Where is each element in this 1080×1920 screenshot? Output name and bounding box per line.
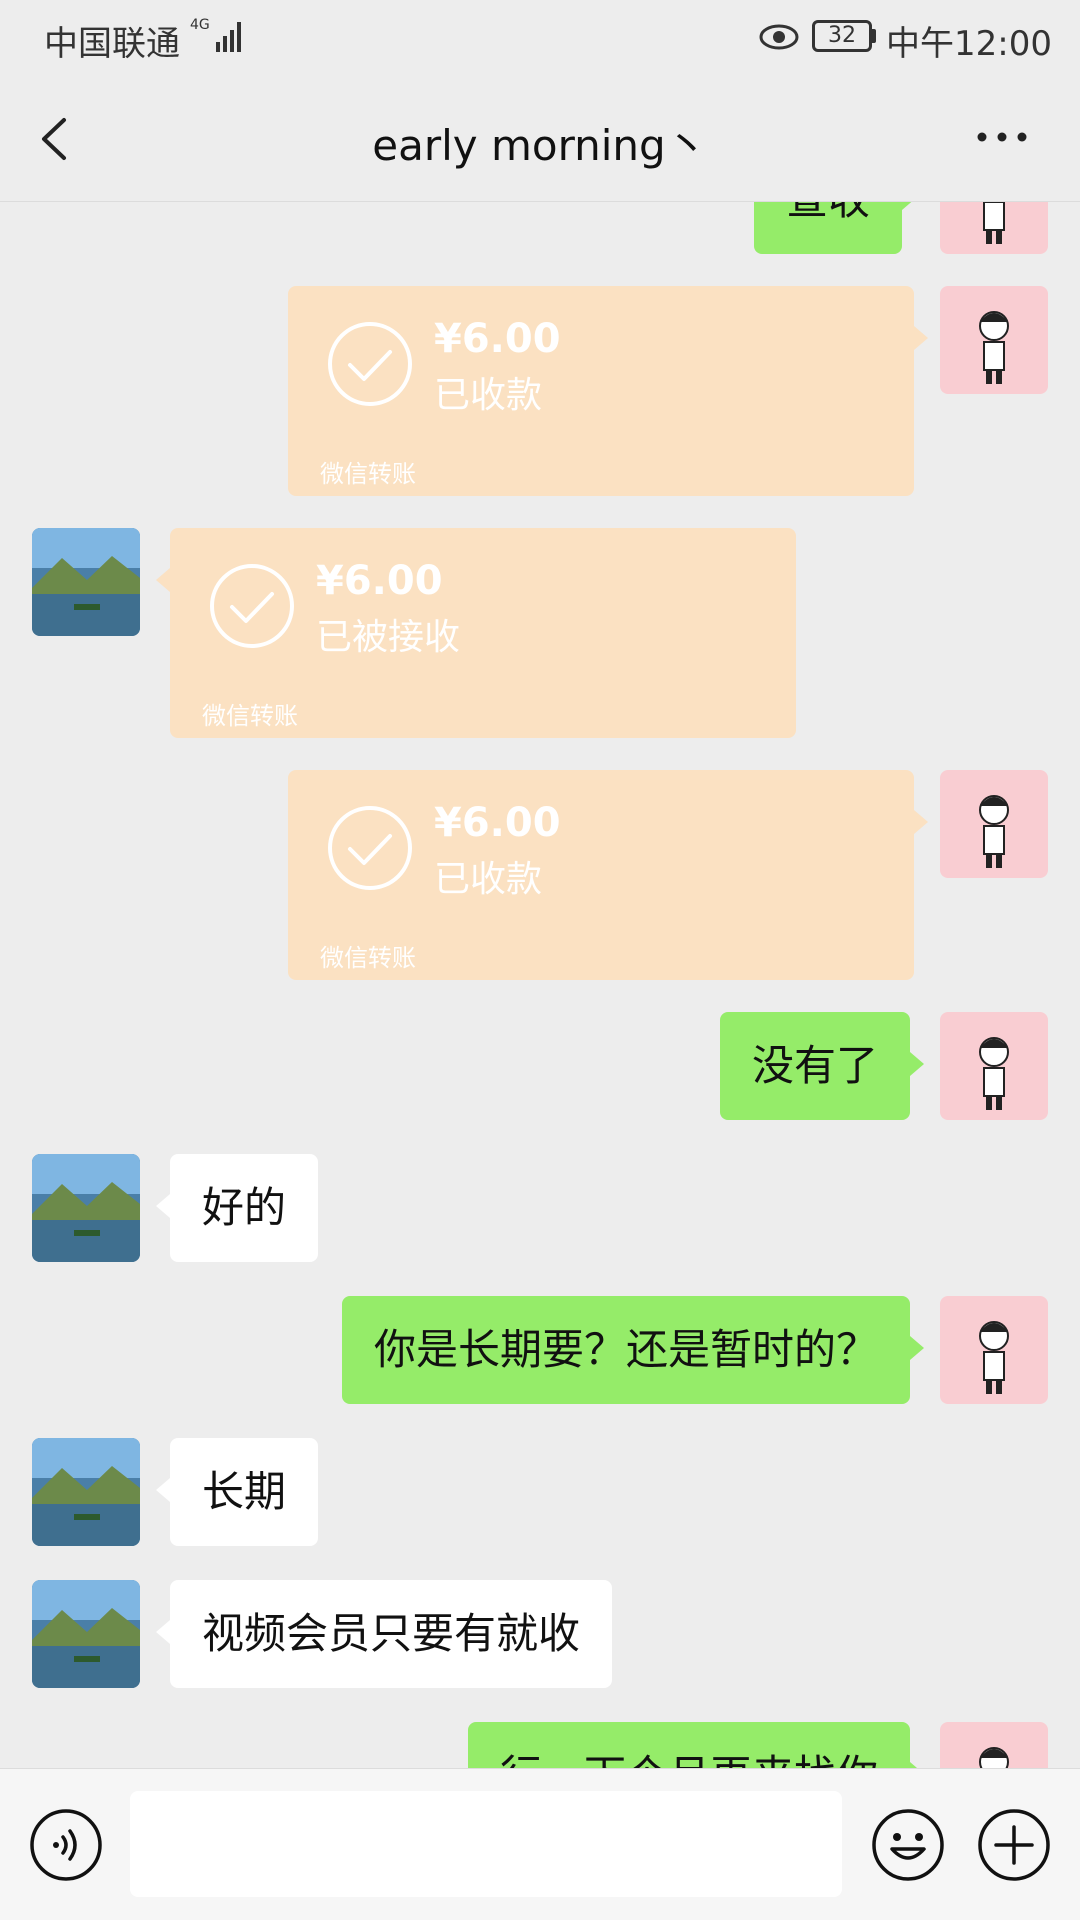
emoji-icon[interactable] [870,1807,946,1883]
chat-title[interactable]: early morning丶 [0,112,1080,173]
message-bubble[interactable]: 好的 [155,1154,319,1262]
clock: 中午12:00 [886,24,1052,64]
avatar[interactable] [940,770,1048,878]
message-bubble[interactable]: 行，下个月再来找你 [467,1722,925,1768]
transfer-card[interactable]: ¥6.00 已收款 微信转账 [288,286,928,496]
check-circle-icon [210,564,294,648]
transfer-card[interactable]: ¥6.00 已收款 微信转账 [288,770,928,980]
check-circle-icon [328,806,412,890]
check-circle-icon [328,322,412,406]
input-bar [0,1768,1080,1920]
signal-icon [216,22,241,52]
message-bubble[interactable]: 长期 [155,1438,319,1546]
transfer-status: 已收款 [434,375,543,416]
status-bar: 中国联通 4G 32 中午12:00 [0,0,1080,76]
message-list[interactable]: 查收 ¥6.00 已收款 微信转账 ¥6.00 已被接收 微信转账 ¥6.00 [0,202,1080,1768]
transfer-label: 微信转账 [320,944,416,972]
transfer-amount: ¥6.00 [316,558,443,604]
avatar[interactable] [940,1722,1048,1768]
transfer-card[interactable]: ¥6.00 已被接收 微信转账 [156,528,796,738]
transfer-status: 已收款 [434,859,543,900]
avatar[interactable] [940,1296,1048,1404]
battery-indicator: 32 [812,20,872,52]
avatar[interactable] [940,286,1048,394]
network-type: 4G [190,17,210,33]
avatar[interactable] [32,1438,140,1546]
avatar[interactable] [32,1580,140,1688]
voice-icon[interactable] [28,1807,104,1883]
message-bubble[interactable]: 查收 [754,202,917,254]
transfer-amount: ¥6.00 [434,800,561,846]
chat-header: early morning丶 [0,76,1080,202]
avatar[interactable] [940,1012,1048,1120]
message-input[interactable] [130,1791,842,1897]
transfer-status: 已被接收 [316,617,461,658]
plus-icon[interactable] [976,1807,1052,1883]
avatar[interactable] [32,1154,140,1262]
avatar[interactable] [32,528,140,636]
transfer-label: 微信转账 [320,460,416,488]
more-dots-icon[interactable] [972,122,1032,152]
transfer-amount: ¥6.00 [434,316,561,362]
message-bubble[interactable]: 你是长期要？还是暂时的？ [341,1296,925,1404]
battery-tip [872,29,876,43]
eye-icon [759,24,799,50]
message-bubble[interactable]: 没有了 [719,1012,925,1120]
transfer-label: 微信转账 [202,702,298,730]
avatar[interactable] [940,202,1048,254]
message-bubble[interactable]: 视频会员只要有就收 [155,1580,613,1688]
carrier-name: 中国联通 [44,24,180,64]
